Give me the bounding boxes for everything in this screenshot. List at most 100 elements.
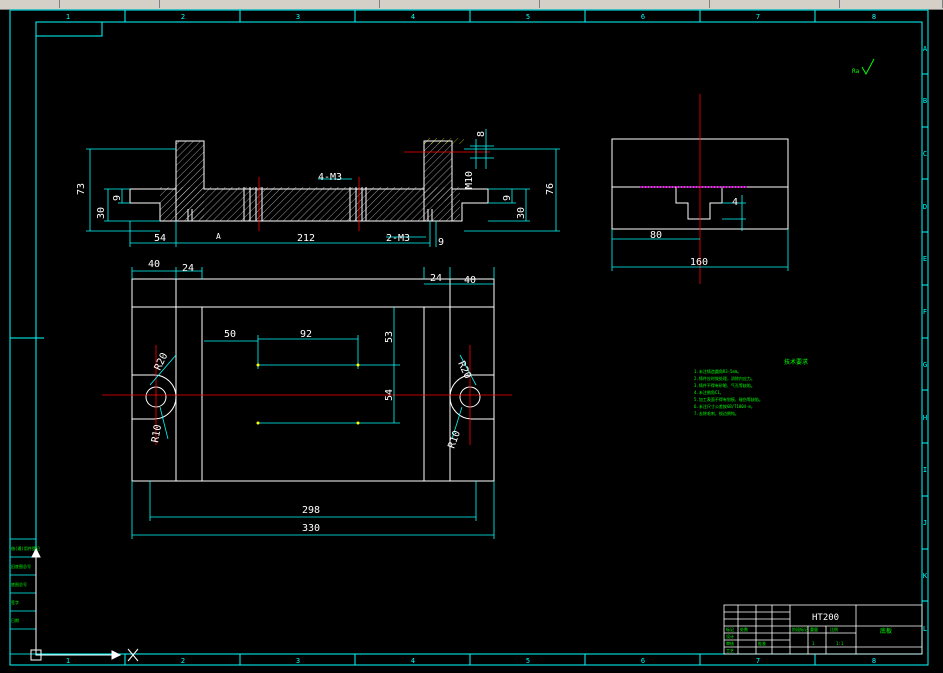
tb-cell: 阶段标记: [792, 626, 808, 632]
part-name: 底板: [880, 627, 892, 635]
technical-notes: 技术要求 1.未注铸造圆角R3-5mm。 2.铸件应时效处理，消除内应力。 3.…: [694, 358, 808, 416]
toolbar-cell[interactable]: [710, 0, 840, 8]
toolbar-cell[interactable]: [60, 0, 160, 8]
row-label: L: [923, 625, 927, 633]
note-line: 6.未注尺寸公差按GB/T1804-m。: [694, 403, 755, 409]
dim-76: 76: [545, 183, 556, 195]
dim-330: 330: [302, 523, 320, 534]
col-label: 2: [181, 657, 185, 665]
zone-ticks: [10, 10, 928, 665]
col-label: 6: [641, 13, 645, 21]
dim-160: 160: [690, 257, 708, 268]
drawing-canvas[interactable]: 1 2 3 4 5 6 7 8 1 2 3 4 5 6 7 8 A B C D …: [0, 9, 943, 673]
dim-50: 50: [224, 329, 236, 340]
col-label: 8: [872, 13, 876, 21]
row-label: C: [923, 150, 927, 158]
toolbar-cell[interactable]: [540, 0, 710, 8]
toolbar-cell[interactable]: [380, 0, 540, 8]
toolbar-cell[interactable]: [840, 0, 943, 8]
col-label: 3: [296, 657, 300, 665]
row-label: A: [923, 45, 928, 53]
dim-40r: 40: [464, 275, 476, 286]
col-label: 6: [641, 657, 645, 665]
col-label: 7: [756, 13, 760, 21]
title-block: HT200 底板 标记 处数 设计 审核 工艺 批准 阶段标记 重量 比例 1 …: [723, 604, 923, 655]
col-label: 1: [66, 13, 70, 21]
material: HT200: [812, 613, 839, 623]
col-label: 3: [296, 13, 300, 21]
row-label: F: [923, 308, 927, 316]
col-label: 2: [181, 13, 185, 21]
note-line: 7.去除毛刺，锐边倒钝。: [694, 410, 739, 416]
dim-92: 92: [300, 329, 312, 340]
section-tag: A: [216, 232, 221, 241]
row-label: E: [923, 255, 927, 263]
dim-54: 54: [154, 233, 166, 244]
row-label: D: [923, 203, 927, 211]
dim-40l: 40: [148, 259, 160, 270]
dim-24r: 24: [430, 273, 442, 284]
note-line: 4.未注倒角C1。: [694, 389, 724, 395]
dim-r10r: R10: [446, 429, 463, 450]
dim-2m3: 2-M3: [386, 233, 410, 244]
note-line: 5.加工表面不得有划痕、碰伤等缺陷。: [694, 396, 763, 402]
note-line: 3.铸件不得有砂眼、气孔等缺陷。: [694, 382, 755, 388]
left-panel-item: 签字: [11, 599, 19, 605]
row-label: K: [923, 572, 928, 580]
col-label: 5: [526, 657, 530, 665]
tb-cell: 批准: [758, 640, 766, 646]
dim-54v: 54: [384, 389, 395, 401]
tb-cell: 标记: [726, 626, 734, 632]
row-label: J: [923, 519, 927, 527]
col-label: 4: [411, 657, 415, 665]
dim-r20l: R20: [153, 351, 171, 372]
dim-298: 298: [302, 505, 320, 516]
dim-4m3: 4-M3: [318, 172, 342, 183]
row-label: I: [923, 466, 927, 474]
row-label: B: [923, 97, 927, 105]
roughness-label: Ra: [852, 68, 860, 75]
roughness-symbol: Ra: [852, 58, 875, 76]
note-line: 2.铸件应时效处理，消除内应力。: [694, 375, 755, 381]
col-label: 1: [66, 657, 70, 665]
col-label: 5: [526, 13, 530, 21]
tb-cell: 处数: [740, 626, 748, 632]
dim-9r: 9: [502, 195, 513, 201]
notes-title: 技术要求: [784, 358, 808, 366]
dim-30r: 30: [516, 207, 527, 219]
drawing-frame: [9, 9, 929, 666]
tb-cell: 重量: [810, 626, 818, 632]
tb-cell: 审核: [726, 640, 734, 646]
dim-53: 53: [384, 331, 395, 343]
dim-24l: 24: [182, 263, 194, 274]
tb-cell: 1:1: [836, 641, 844, 646]
tb-cell: 工艺: [726, 648, 734, 653]
note-line: 1.未注铸造圆角R3-5mm。: [694, 368, 741, 374]
dim-9: 9: [112, 195, 123, 201]
dim-30: 30: [96, 207, 107, 219]
left-panel-item: 日期: [11, 617, 19, 623]
ucs-icon: [30, 547, 139, 662]
side-view: 80 160 4: [611, 94, 789, 284]
dim-m10: M10: [464, 171, 475, 189]
dim-r10l: R10: [150, 424, 164, 444]
row-label: H: [923, 414, 927, 422]
dim-8: 8: [476, 131, 487, 137]
dim-4: 4: [732, 197, 738, 208]
row-label: G: [923, 361, 927, 369]
dim-212: 212: [297, 233, 315, 244]
toolbar-cell[interactable]: [160, 0, 380, 8]
left-panel-item: 底图总号: [11, 581, 27, 587]
tb-cell: 1: [812, 641, 815, 646]
col-label: 7: [756, 657, 760, 665]
dim-80: 80: [650, 230, 662, 241]
dim-9b: 9: [438, 237, 444, 248]
dim-73: 73: [76, 183, 87, 195]
top-view: 40 24 24 40 50 92 53 54 R20 R10 R20 R10 …: [102, 259, 512, 539]
col-label: 8: [872, 657, 876, 665]
zone-labels: 1 2 3 4 5 6 7 8 1 2 3 4 5 6 7 8 A B C D …: [66, 13, 928, 665]
tb-cell: 设计: [726, 633, 734, 639]
toolbar-cell[interactable]: [0, 0, 60, 8]
col-label: 4: [411, 13, 415, 21]
tb-cell: 比例: [830, 626, 838, 632]
